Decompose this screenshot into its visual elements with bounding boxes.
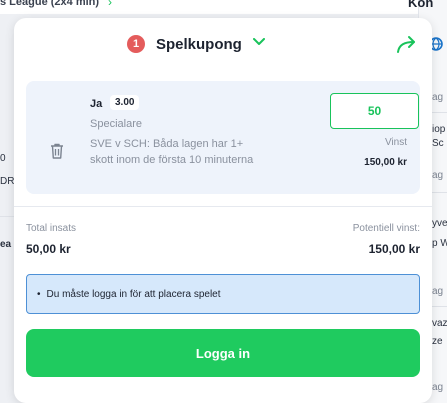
login-button[interactable]: Logga in: [26, 329, 420, 377]
total-stake-label: Total insats: [26, 223, 77, 234]
total-stake-value: 50,00 kr: [26, 242, 71, 256]
background-right-text: p W: [432, 238, 447, 249]
chevron-down-icon[interactable]: [253, 38, 265, 46]
background-league-text: s League (2x4 min): [0, 0, 100, 8]
background-divider: [430, 306, 447, 307]
betslip-panel: 1 Spelkupong Ja 3.00 Specialare SVE v SC…: [14, 18, 432, 403]
background-divider: [0, 216, 14, 217]
background-left-text: 0: [0, 153, 6, 164]
potential-win-value: 150,00 kr: [368, 242, 420, 256]
background-right-text: ze: [432, 336, 443, 347]
bullet-icon: •: [37, 288, 41, 300]
bet-description: SVE v SCH: Båda lagen har 1+ skott inom …: [90, 138, 254, 166]
background-divider: [430, 112, 447, 113]
share-arrow-icon[interactable]: [396, 35, 418, 55]
chevron-right-icon: ›: [108, 0, 112, 9]
stake-input[interactable]: [330, 93, 419, 129]
potential-win-label: Potentiell vinst:: [352, 223, 420, 234]
bet-count-badge: 1: [127, 35, 145, 53]
background-right-text: vaz: [432, 318, 447, 329]
bet-market-type: Specialare: [90, 118, 142, 130]
background-right-text: ag: [432, 382, 444, 393]
betslip-title: Spelkupong: [156, 36, 242, 53]
background-right-text: ag: [432, 286, 444, 297]
trash-icon[interactable]: [50, 143, 64, 159]
background-right-header: Kon: [408, 0, 434, 10]
background-divider: [430, 192, 447, 193]
background-left-text: ea: [0, 239, 12, 250]
bet-selection: Ja: [90, 98, 103, 110]
background-right-text: iop: [432, 124, 446, 135]
login-required-notice: • Du måste logga in för att placera spel…: [26, 274, 420, 314]
win-amount: 150,00 kr: [364, 157, 407, 168]
notice-text: Du måste logga in för att placera spelet: [46, 288, 221, 300]
betslip-header[interactable]: 1 Spelkupong: [14, 18, 432, 70]
bet-odds: 3.00: [110, 95, 140, 110]
divider: [14, 206, 432, 207]
background-right-text: Sc: [432, 138, 444, 149]
background-right-text: ag: [432, 170, 444, 181]
background-right-text: ag: [432, 92, 444, 103]
win-label: Vinst: [384, 137, 407, 148]
bet-card: Ja 3.00 Specialare SVE v SCH: Båda lagen…: [26, 81, 420, 194]
background-right-text: yve: [432, 218, 447, 229]
